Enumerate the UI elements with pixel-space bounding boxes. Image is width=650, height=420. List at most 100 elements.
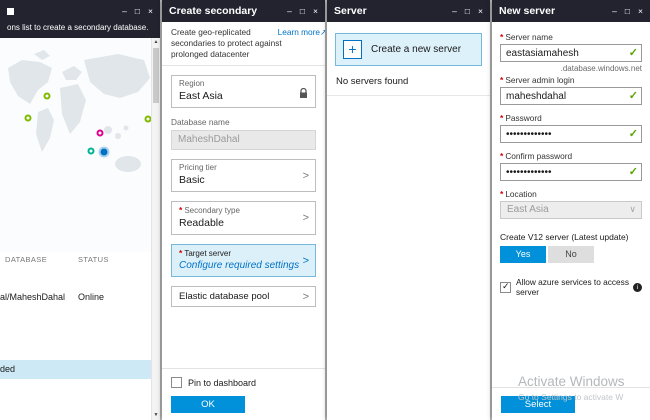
table-row[interactable]: al/MaheshDahal Online bbox=[0, 292, 150, 302]
pricing-tier-selector[interactable]: Pricing tier Basic > bbox=[171, 159, 316, 192]
server-name-group: *Server name ✓ .database.windows.net bbox=[492, 32, 650, 73]
checkbox-tick-icon: ✓ bbox=[502, 281, 510, 292]
maximize-icon[interactable]: □ bbox=[135, 0, 140, 22]
chevron-right-icon: > bbox=[303, 255, 309, 267]
plus-icon: + bbox=[343, 40, 362, 59]
secondary-type-selector[interactable]: *Secondary type Readable > bbox=[171, 201, 316, 235]
map-marker[interactable] bbox=[97, 130, 104, 137]
ok-button[interactable]: OK bbox=[171, 396, 245, 413]
target-server-label-text: Target server bbox=[184, 249, 231, 258]
close-icon[interactable]: × bbox=[638, 0, 643, 22]
create-new-server-label: Create a new server bbox=[371, 44, 461, 55]
password-group: *Password ✓ bbox=[492, 113, 650, 143]
create-new-server-button[interactable]: + Create a new server bbox=[335, 33, 482, 66]
v12-server-label: Create V12 server (Latest update) bbox=[492, 232, 650, 242]
required-asterisk: * bbox=[500, 32, 503, 42]
blade3-title: Server bbox=[334, 5, 452, 17]
select-button[interactable]: Select bbox=[501, 396, 575, 413]
selected-table-row[interactable]: ded bbox=[0, 360, 151, 379]
scroll-down-icon[interactable]: ▼ bbox=[152, 411, 160, 420]
info-icon[interactable]: i bbox=[633, 283, 642, 292]
blade3-window-controls: – □ × bbox=[452, 0, 483, 22]
location-select: East Asia ∨ bbox=[500, 201, 642, 219]
blade-new-server: New server – □ × *Server name ✓ .databas… bbox=[492, 0, 650, 420]
learn-more-link[interactable]: Learn more↗ bbox=[278, 27, 325, 38]
region-value: East Asia bbox=[179, 90, 308, 102]
admin-login-group: *Server admin login ✓ bbox=[492, 75, 650, 105]
blade2-title: Create secondary bbox=[169, 5, 287, 17]
blade1-window-controls: – □ × bbox=[122, 0, 153, 22]
v12-yes-button[interactable]: Yes bbox=[500, 246, 546, 263]
secondary-type-label: *Secondary type bbox=[179, 205, 308, 215]
blade1-scrollbar[interactable]: ▲ ▼ bbox=[151, 38, 160, 420]
admin-login-input-wrap: ✓ bbox=[500, 87, 642, 105]
required-asterisk: * bbox=[179, 248, 182, 258]
minimize-icon[interactable]: – bbox=[612, 0, 617, 22]
v12-no-button[interactable]: No bbox=[548, 246, 594, 263]
blade4-titlebar: New server – □ × bbox=[492, 0, 650, 22]
minimize-icon[interactable]: – bbox=[452, 0, 457, 22]
admin-login-input[interactable] bbox=[500, 87, 642, 105]
required-asterisk: * bbox=[500, 151, 503, 161]
blade-icon bbox=[7, 8, 14, 15]
world-map bbox=[0, 38, 151, 252]
scroll-up-icon[interactable]: ▲ bbox=[152, 38, 160, 47]
region-label: Region bbox=[179, 79, 308, 88]
external-link-icon: ↗ bbox=[320, 27, 325, 37]
valid-check-icon: ✓ bbox=[629, 127, 638, 140]
server-name-input[interactable] bbox=[500, 44, 642, 62]
server-name-suffix: .database.windows.net bbox=[500, 64, 642, 73]
confirm-password-label: *Confirm password bbox=[500, 151, 642, 161]
server-name-label: *Server name bbox=[500, 32, 642, 42]
required-asterisk: * bbox=[500, 75, 503, 85]
pricing-tier-label: Pricing tier bbox=[179, 163, 308, 172]
blade2-window-controls: – □ × bbox=[287, 0, 318, 22]
blade-create-secondary: Create secondary – □ × Create geo-replic… bbox=[162, 0, 325, 420]
pin-to-dashboard-checkbox[interactable] bbox=[171, 377, 182, 388]
location-label: *Location bbox=[500, 189, 642, 199]
allow-services-row: ✓ Allow azure services to access server … bbox=[492, 277, 650, 297]
no-servers-message: No servers found bbox=[327, 66, 490, 96]
confirm-password-label-text: Confirm password bbox=[505, 151, 572, 161]
target-server-value: Configure required settings bbox=[179, 260, 308, 271]
world-map-svg bbox=[0, 38, 151, 252]
password-label-text: Password bbox=[505, 113, 541, 123]
server-name-input-wrap: ✓ bbox=[500, 44, 642, 62]
secondary-type-label-text: Secondary type bbox=[184, 206, 240, 215]
lock-icon bbox=[299, 86, 308, 104]
map-marker[interactable] bbox=[101, 149, 108, 156]
blade1-subtitle: ons list to create a secondary database. bbox=[0, 22, 160, 38]
map-marker[interactable] bbox=[88, 148, 95, 155]
scrollbar-thumb[interactable] bbox=[153, 48, 159, 103]
blade3-titlebar: Server – □ × bbox=[327, 0, 490, 22]
password-input[interactable] bbox=[500, 125, 642, 143]
close-icon[interactable]: × bbox=[313, 0, 318, 22]
required-asterisk: * bbox=[500, 113, 503, 123]
target-server-selector[interactable]: *Target server Configure required settin… bbox=[171, 244, 316, 277]
map-marker[interactable] bbox=[25, 115, 32, 122]
allow-services-checkbox[interactable]: ✓ bbox=[500, 282, 511, 293]
admin-login-label-text: Server admin login bbox=[505, 75, 574, 85]
pin-to-dashboard-label: Pin to dashboard bbox=[188, 378, 256, 388]
minimize-icon[interactable]: – bbox=[122, 0, 127, 22]
description-text: Create geo-replicated secondaries to pro… bbox=[171, 27, 282, 59]
maximize-icon[interactable]: □ bbox=[300, 0, 305, 22]
blade4-window-controls: – □ × bbox=[612, 0, 643, 22]
location-label-text: Location bbox=[505, 189, 536, 199]
maximize-icon[interactable]: □ bbox=[625, 0, 630, 22]
elastic-pool-selector[interactable]: Elastic database pool > bbox=[171, 286, 316, 307]
pricing-tier-value: Basic bbox=[179, 174, 308, 186]
confirm-password-input[interactable] bbox=[500, 163, 642, 181]
close-icon[interactable]: × bbox=[478, 0, 483, 22]
maximize-icon[interactable]: □ bbox=[465, 0, 470, 22]
close-icon[interactable]: × bbox=[148, 0, 153, 22]
chevron-right-icon: > bbox=[303, 291, 309, 303]
required-asterisk: * bbox=[179, 205, 182, 215]
map-marker[interactable] bbox=[44, 93, 51, 100]
confirm-password-group: *Confirm password ✓ bbox=[492, 151, 650, 181]
row-status: Online bbox=[78, 292, 104, 302]
divider bbox=[162, 65, 325, 66]
region-field: Region East Asia bbox=[171, 75, 316, 108]
valid-check-icon: ✓ bbox=[629, 46, 638, 59]
minimize-icon[interactable]: – bbox=[287, 0, 292, 22]
